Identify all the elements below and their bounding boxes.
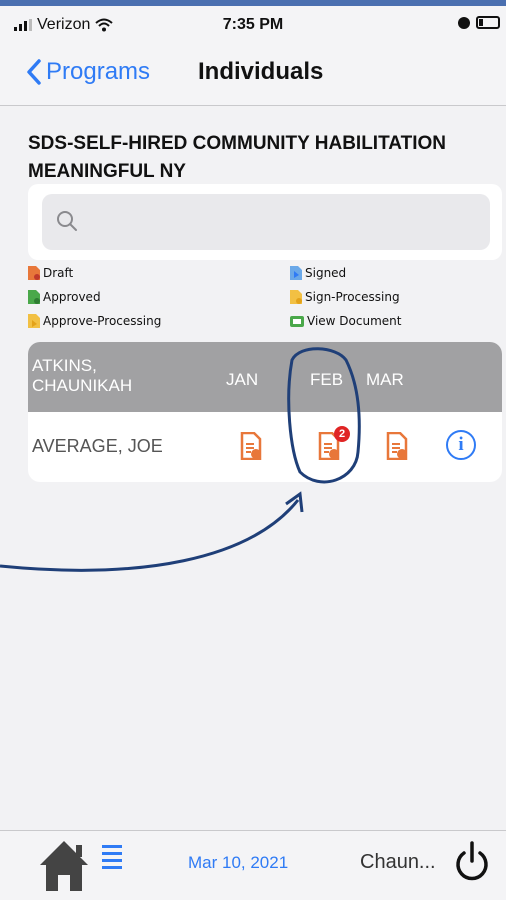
- annotation-arrowhead: [285, 491, 304, 513]
- header-month-jan: JAN: [226, 370, 259, 389]
- legend-approved: Approved: [28, 290, 101, 304]
- back-button-label: Programs: [46, 58, 151, 85]
- document-approved-icon: [28, 290, 40, 304]
- individuals-table: ATKINS, CHAUNIKAH JAN FEB MAR AVERAGE, J…: [28, 342, 502, 482]
- document-draft-icon: [28, 266, 40, 280]
- document-draft-icon: [240, 431, 262, 461]
- notification-badge: 2: [334, 426, 350, 442]
- status-time: 7:35 PM: [222, 16, 284, 33]
- program-title: SDS-SELF-HIRED COMMUNITY HABILITATION ME…: [28, 133, 446, 182]
- page-title: Individuals: [198, 58, 324, 85]
- power-icon: [456, 841, 488, 881]
- info-icon: i: [458, 434, 464, 455]
- row-individual-name: AVERAGE, JOE: [32, 436, 163, 456]
- annotation-arrow: [0, 499, 300, 572]
- status-right: [458, 16, 500, 29]
- view-document-icon: [290, 316, 304, 327]
- header-month-feb: FEB: [310, 370, 344, 389]
- home-button[interactable]: [36, 837, 92, 898]
- back-button[interactable]: Programs: [26, 58, 150, 86]
- navigation-bar: Programs Individuals: [0, 44, 506, 106]
- status-bar: Verizon 7:35 PM: [0, 6, 506, 44]
- legend-draft: Draft: [28, 266, 73, 280]
- chevron-left-icon: [27, 59, 41, 85]
- table-row[interactable]: AVERAGE, JOE 2 i: [28, 412, 502, 482]
- document-draft-icon: [386, 431, 408, 461]
- search-card: [28, 184, 502, 260]
- header-individual-name: ATKINS, CHAUNIKAH: [32, 356, 133, 395]
- search-input[interactable]: [86, 208, 476, 236]
- current-date: Mar 10, 2021: [188, 853, 289, 872]
- info-button[interactable]: i: [446, 430, 476, 460]
- jan-draft-document[interactable]: [240, 431, 262, 461]
- mar-draft-document[interactable]: [386, 431, 408, 461]
- status-legend: Draft Approved Approve-Processing Signed…: [28, 264, 488, 334]
- document-approve-processing-icon: [28, 314, 40, 328]
- legend-approve-processing: Approve-Processing: [28, 314, 161, 328]
- menu-icon: [102, 845, 122, 869]
- user-name: Chaun...: [360, 851, 436, 873]
- bottom-tab-bar: Mar 10, 2021 Chaun...: [0, 830, 506, 900]
- search-icon: [57, 211, 77, 231]
- legend-sign-processing: Sign-Processing: [290, 290, 400, 304]
- feb-draft-document[interactable]: 2: [318, 426, 350, 461]
- document-signed-icon: [290, 266, 302, 280]
- legend-signed: Signed: [290, 266, 346, 280]
- menu-button[interactable]: [102, 845, 122, 869]
- search-bar[interactable]: [42, 194, 490, 250]
- battery-icon: [476, 16, 500, 29]
- table-header: ATKINS, CHAUNIKAH JAN FEB MAR: [28, 342, 502, 412]
- home-icon: [40, 841, 88, 891]
- logout-button[interactable]: [452, 841, 492, 890]
- alarm-icon: [458, 16, 470, 29]
- header-month-mar: MAR: [366, 370, 404, 389]
- legend-view-document: View Document: [290, 314, 401, 328]
- document-sign-processing-icon: [290, 290, 302, 304]
